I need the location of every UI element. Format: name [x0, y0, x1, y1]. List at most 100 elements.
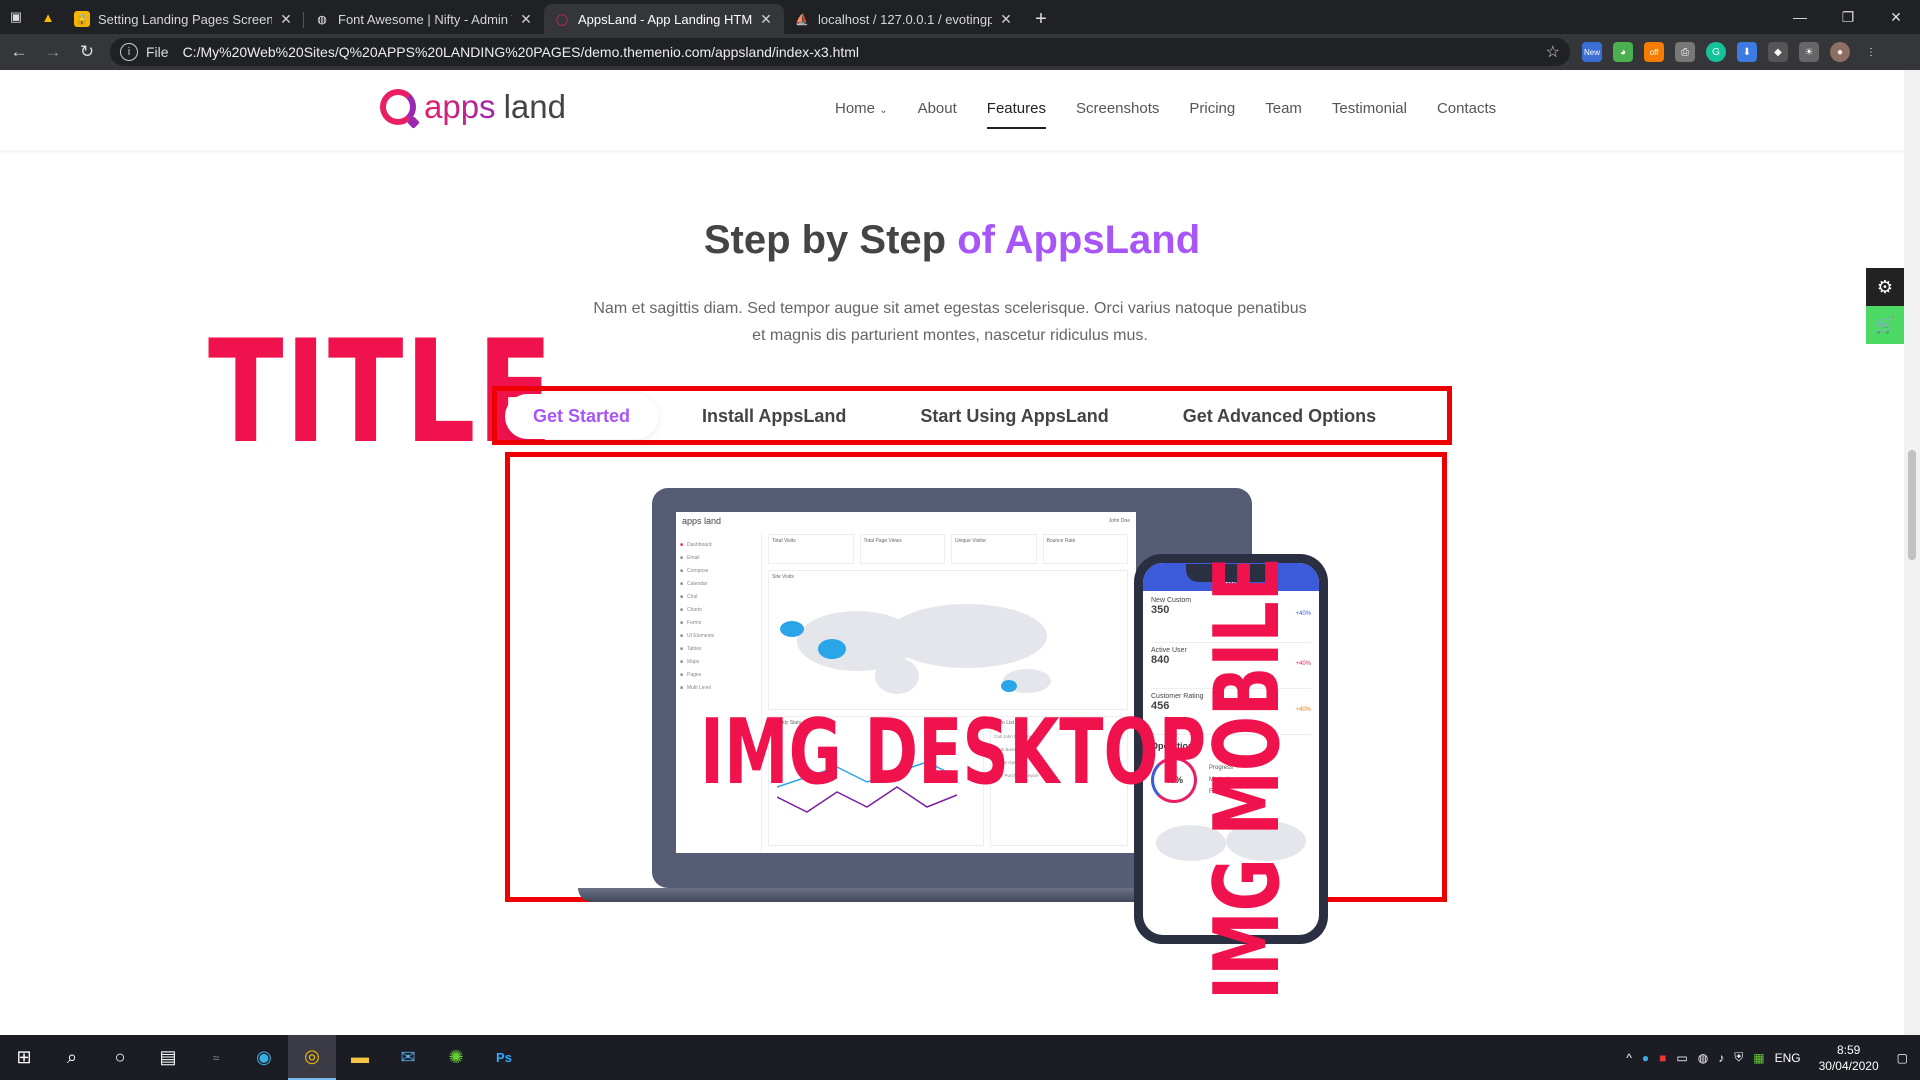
tab-title: AppsLand - App Landing HTML T	[578, 11, 752, 27]
battery-icon[interactable]: ▭	[1676, 1051, 1687, 1065]
new-tab-button[interactable]: +	[1024, 4, 1058, 34]
edge-icon[interactable]: ◉	[240, 1035, 288, 1080]
close-tab-icon[interactable]: ✕	[278, 11, 294, 28]
download-icon[interactable]: ⬇	[1737, 42, 1757, 62]
url-text: C:/My%20Web%20Sites/Q%20APPS%20LANDING%2…	[182, 44, 860, 60]
mock-logo: apps land	[682, 516, 722, 526]
cart-icon[interactable]: 🛒	[1866, 306, 1904, 344]
annotation-mobile-label: IMG MOBILE	[1195, 557, 1300, 1000]
clock-time: 8:59	[1836, 1042, 1861, 1057]
mock-sidebar-item: ■ Maps	[680, 658, 700, 665]
chrome-icon[interactable]: ◎	[288, 1035, 336, 1080]
minimize-icon[interactable]: —	[1776, 0, 1824, 34]
grammarly-icon[interactable]: G	[1706, 42, 1726, 62]
scrollbar-thumb[interactable]	[1908, 450, 1916, 560]
appsland-icon: ◯	[555, 13, 569, 26]
nav-screenshots[interactable]: Screenshots	[1076, 100, 1159, 129]
back-arrow-icon[interactable]: ←	[4, 37, 34, 67]
google-drive-icon[interactable]: ▲	[32, 0, 64, 34]
task-view-icon[interactable]: ▤	[144, 1035, 192, 1080]
heading-main: Step by Step	[703, 218, 947, 262]
extension-new-icon[interactable]: New	[1582, 42, 1602, 62]
extension-shield-icon[interactable]: ◆	[1768, 42, 1788, 62]
mock-card: Unique Visitor	[951, 534, 1037, 564]
settings-gear-icon[interactable]: ⚙	[1866, 268, 1904, 306]
tab-get-started[interactable]: Get Started	[505, 394, 659, 439]
network-icon[interactable]: ◍	[1698, 1051, 1708, 1065]
nav-testimonial[interactable]: Testimonial	[1332, 100, 1407, 129]
forward-arrow-icon[interactable]: →	[38, 37, 68, 67]
tray-app-icon[interactable]: ●	[1642, 1051, 1649, 1065]
cortana-icon[interactable]: ○	[96, 1035, 144, 1080]
tab-start-using-appsland[interactable]: Start Using AppsLand	[892, 394, 1136, 439]
site-logo[interactable]: apps land	[380, 88, 566, 126]
close-tab-icon[interactable]: ✕	[758, 11, 774, 28]
tray-app-icon[interactable]: ▦	[1753, 1051, 1764, 1065]
nav-label: Home	[835, 100, 876, 117]
tray-app-icon[interactable]: ■	[1659, 1051, 1666, 1065]
profile-avatar[interactable]: ●	[1830, 42, 1850, 62]
mock-sidebar-item: ■ Compose	[680, 567, 709, 574]
nav-pricing[interactable]: Pricing	[1189, 100, 1235, 129]
extension-color-icon[interactable]: ◕	[1613, 42, 1633, 62]
info-icon[interactable]: i	[120, 43, 138, 61]
tab-install-appsland[interactable]: Install AppsLand	[674, 394, 874, 439]
page-scrollbar[interactable]	[1904, 70, 1920, 1035]
browser-tab[interactable]: ⛵ localhost / 127.0.0.1 / evotingpk ✕	[784, 4, 1024, 34]
mock-panel-title: Site Visits	[772, 574, 794, 580]
section-heading: Step by Step of AppsLand	[0, 218, 1904, 263]
tab-title: Font Awesome | Nifty - Admin Te	[338, 11, 512, 27]
nav-team[interactable]: Team	[1265, 100, 1302, 129]
nav-features[interactable]: Features	[986, 100, 1047, 129]
mock-sidebar-item: ■ UI Elements	[680, 632, 715, 639]
clock[interactable]: 8:59 30/04/2020	[1819, 1042, 1879, 1074]
tab-title: localhost / 127.0.0.1 / evotingpk	[818, 11, 992, 27]
language-indicator[interactable]: ENG	[1775, 1051, 1801, 1065]
clock-date: 30/04/2020	[1818, 1058, 1879, 1073]
browser-tab[interactable]: 🔒 Setting Landing Pages Screensh ✕	[64, 4, 304, 34]
file-explorer-icon[interactable]: ▬	[336, 1035, 384, 1080]
globe-icon: ◍	[317, 13, 327, 26]
menu-dots-icon[interactable]: ⋮	[1861, 42, 1881, 62]
notifications-icon[interactable]: ▢	[1897, 1051, 1908, 1065]
url-input[interactable]: i File C:/My%20Web%20Sites/Q%20APPS%20LA…	[110, 38, 1570, 66]
chevron-down-icon: ⌄	[879, 105, 888, 116]
tab-get-advanced-options[interactable]: Get Advanced Options	[1155, 394, 1404, 439]
mock-sidebar-item: ■ Forms	[680, 619, 702, 626]
bookmark-star-icon[interactable]: ☆	[1546, 42, 1560, 62]
mail-icon[interactable]: ✉	[384, 1035, 432, 1080]
close-window-icon[interactable]: ✕	[1872, 0, 1920, 34]
mock-sidebar-item: ■ Chat	[680, 593, 698, 600]
mock-site-visits-panel: Site Visits	[768, 570, 1128, 710]
browser-tab-active[interactable]: ◯ AppsLand - App Landing HTML T ✕	[544, 4, 784, 34]
extension-off-icon[interactable]: off	[1644, 42, 1664, 62]
windows-start-icon[interactable]: ⊞	[0, 1035, 48, 1080]
description-line: et magnis dis parturient montes, nascetu…	[752, 327, 1148, 344]
mock-stat-cards: Total Visits Total Page Views Unique Vis…	[768, 534, 1128, 564]
nav-about[interactable]: About	[918, 100, 957, 129]
photoshop-icon[interactable]: Ps	[480, 1035, 528, 1080]
step-tabs: Get Started Install AppsLand Start Using…	[505, 394, 1404, 439]
mock-sidebar-item: ■ Calendar	[680, 580, 708, 587]
tray-chevron-icon[interactable]: ^	[1626, 1051, 1632, 1065]
extension-bulb-icon[interactable]: ☀	[1799, 42, 1819, 62]
reload-icon[interactable]: ↻	[72, 37, 102, 67]
close-tab-icon[interactable]: ✕	[998, 11, 1014, 28]
msi-icon[interactable]: ≈	[192, 1035, 240, 1080]
mock-card: Total Page Views	[859, 534, 945, 564]
security-icon[interactable]: ⛨	[1734, 1050, 1743, 1065]
browser-tab[interactable]: ◍ Font Awesome | Nifty - Admin Te ✕	[304, 4, 544, 34]
mock-sidebar-item: ■ Pages	[680, 671, 702, 678]
nav-contacts[interactable]: Contacts	[1437, 100, 1496, 129]
search-icon[interactable]: ⌕	[48, 1035, 96, 1080]
network-app-icon[interactable]: ✺	[432, 1035, 480, 1080]
restore-icon[interactable]: ❐	[1824, 0, 1872, 34]
logo-land-text: land	[503, 88, 566, 125]
tab-search-icon[interactable]: ▣	[0, 0, 32, 34]
window-controls: — ❐ ✕	[1776, 0, 1920, 34]
extension-print-icon[interactable]: ⎙	[1675, 42, 1695, 62]
close-tab-icon[interactable]: ✕	[518, 11, 534, 28]
nav-home[interactable]: Home ⌄	[835, 100, 888, 129]
volume-icon[interactable]: ♪	[1718, 1051, 1724, 1065]
mock-card: Total Visits	[768, 534, 854, 564]
